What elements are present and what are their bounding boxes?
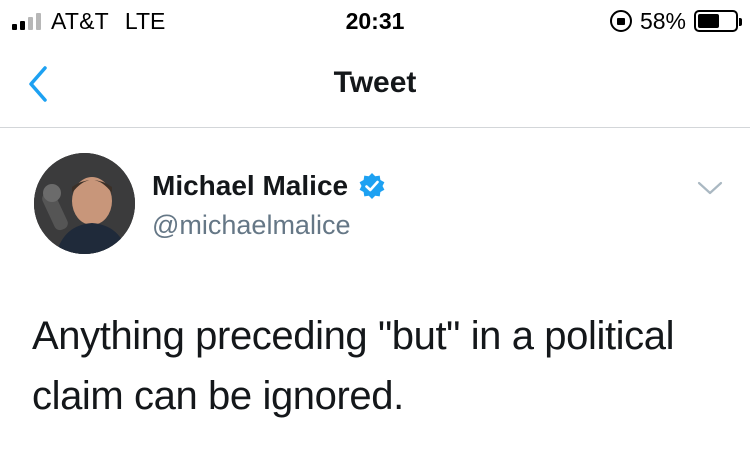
author-display-name[interactable]: Michael Malice [152,170,348,202]
orientation-lock-icon [609,10,632,32]
page-title: Tweet [333,66,417,99]
tweet-menu-button[interactable] [690,170,730,206]
avatar-image [34,153,135,254]
tweet-text: Anything preceding "but" in a political … [32,314,675,418]
battery-icon [694,10,742,32]
status-right: 58% [609,7,742,35]
author-handle[interactable]: @michaelmalice [152,210,386,241]
chevron-down-icon [697,181,723,195]
navigation-bar: Tweet [0,42,750,128]
battery-level-fill [698,14,719,28]
tweet-author[interactable]: Michael Malice @michaelmalice [152,170,386,241]
verified-badge-icon [359,173,385,199]
status-bar: AT&T LTE 20:31 58% [0,0,750,42]
battery-tip [739,18,742,26]
battery-percentage: 58% [639,7,686,34]
author-name-row: Michael Malice [152,170,386,202]
avatar[interactable] [34,153,135,254]
